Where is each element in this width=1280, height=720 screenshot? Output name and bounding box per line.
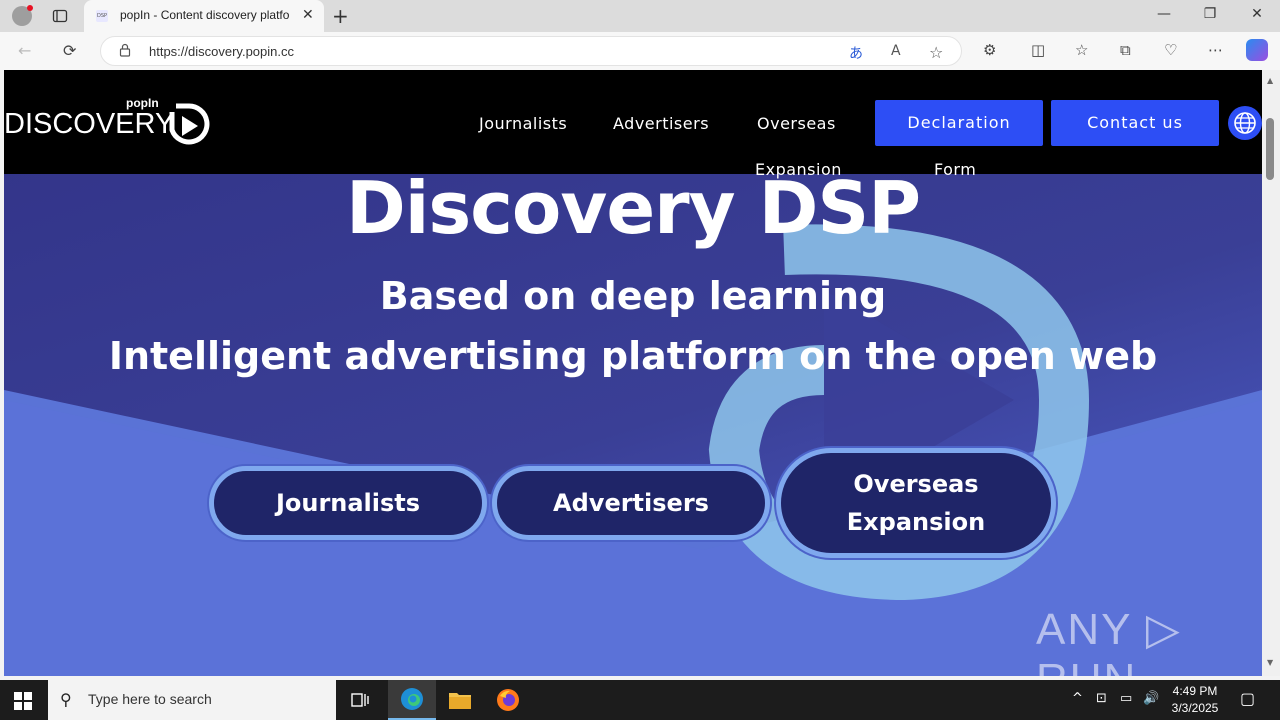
favorite-star-icon[interactable]: ☆ bbox=[929, 43, 943, 62]
url-text[interactable]: https://discovery.popin.cc bbox=[149, 44, 294, 59]
taskbar-search-placeholder: Type here to search bbox=[88, 691, 212, 707]
show-hidden-icons-icon[interactable]: ^ bbox=[1072, 691, 1083, 706]
new-tab-icon[interactable]: + bbox=[332, 4, 349, 28]
volume-icon[interactable]: 🔊 bbox=[1143, 691, 1159, 706]
cta-overseas-label-line1: Overseas bbox=[853, 470, 979, 498]
taskbar-search-box[interactable]: ⚲ Type here to search bbox=[48, 680, 336, 720]
tab-title: popIn - Content discovery platfo bbox=[120, 8, 290, 22]
taskbar-clock[interactable]: 4:49 PM 3/3/2025 bbox=[1164, 683, 1226, 717]
tab-favicon-icon: DSP bbox=[96, 10, 108, 22]
hero-title: Discovery DSP bbox=[345, 166, 921, 250]
translate-icon[interactable]: あ bbox=[849, 43, 863, 63]
cta-advertisers-button[interactable]: Advertisers bbox=[492, 466, 770, 540]
address-toolbar: ← ⟳ https://discovery.popin.cc あ A ☆ ⚙ ◫… bbox=[0, 32, 1280, 70]
clock-time: 4:49 PM bbox=[1172, 684, 1218, 698]
collections-icon[interactable]: ⧉ bbox=[1120, 41, 1131, 59]
notifications-icon[interactable]: ▢ bbox=[1240, 689, 1255, 708]
web-page: popIn DISCOVERY Journalists Advertisers … bbox=[4, 70, 1262, 676]
notification-dot bbox=[27, 5, 33, 11]
page-scrollbar[interactable]: ▲ ▼ bbox=[1262, 70, 1280, 676]
declaration-form-button[interactable]: Declaration bbox=[875, 100, 1043, 146]
contact-us-button[interactable]: Contact us bbox=[1051, 100, 1219, 146]
cta-overseas-expansion-button[interactable]: Overseas Expansion bbox=[776, 448, 1056, 558]
refresh-icon[interactable]: ⟳ bbox=[63, 41, 76, 60]
task-view-icon[interactable] bbox=[336, 680, 384, 720]
browser-tab-bar: DSP popIn - Content discovery platfo ✕ +… bbox=[0, 0, 1280, 32]
logo-discovery-text[interactable]: DISCOVERY bbox=[4, 108, 174, 141]
read-aloud-icon[interactable]: A bbox=[891, 43, 901, 59]
logo-play-icon[interactable] bbox=[166, 100, 210, 148]
cta-overseas-label-line2: Expansion bbox=[846, 508, 986, 536]
split-screen-icon[interactable]: ◫ bbox=[1031, 41, 1045, 59]
window-close-icon[interactable]: ✕ bbox=[1247, 6, 1267, 22]
windows-start-icon[interactable] bbox=[14, 692, 32, 710]
scroll-up-icon[interactable]: ▲ bbox=[1267, 76, 1273, 85]
tab-actions-icon[interactable] bbox=[52, 8, 68, 24]
language-globe-icon[interactable] bbox=[1228, 106, 1262, 140]
file-explorer-icon[interactable] bbox=[436, 680, 484, 720]
scroll-down-icon[interactable]: ▼ bbox=[1267, 658, 1273, 667]
hero-subtitle-1: Based on deep learning bbox=[379, 274, 887, 318]
cta-journalists-label: Journalists bbox=[275, 489, 421, 517]
network-icon[interactable]: ▭ bbox=[1120, 691, 1132, 706]
back-arrow-icon[interactable]: ← bbox=[18, 41, 31, 60]
copilot-icon[interactable] bbox=[1246, 39, 1268, 61]
edge-browser-icon[interactable] bbox=[388, 680, 436, 720]
firefox-icon[interactable] bbox=[484, 680, 532, 720]
extensions-icon[interactable]: ⚙ bbox=[983, 41, 996, 59]
anyrun-watermark: ANY ▷ RUN bbox=[1036, 605, 1182, 676]
minimize-icon[interactable]: — bbox=[1154, 6, 1174, 22]
browser-essentials-icon[interactable]: ♡ bbox=[1164, 41, 1177, 59]
cta-advertisers-label: Advertisers bbox=[553, 489, 709, 517]
active-tab[interactable]: DSP popIn - Content discovery platfo ✕ bbox=[84, 0, 324, 32]
favorites-icon[interactable]: ☆ bbox=[1075, 41, 1088, 59]
address-bar[interactable]: https://discovery.popin.cc あ A ☆ bbox=[100, 36, 962, 66]
nav-journalists[interactable]: Journalists bbox=[479, 114, 567, 133]
windows-taskbar: ⚲ Type here to search ^ ⊡ ▭ 🔊 4:49 PM 3/… bbox=[0, 680, 1280, 720]
tray-device-icon[interactable]: ⊡ bbox=[1096, 691, 1107, 706]
lock-icon[interactable] bbox=[119, 43, 131, 57]
nav-overseas-expansion[interactable]: Overseas bbox=[757, 114, 836, 133]
nav-advertisers[interactable]: Advertisers bbox=[613, 114, 709, 133]
restore-icon[interactable]: ❐ bbox=[1200, 6, 1220, 22]
cta-journalists-button[interactable]: Journalists bbox=[209, 466, 487, 540]
site-header: popIn DISCOVERY Journalists Advertisers … bbox=[4, 70, 1262, 179]
search-icon: ⚲ bbox=[60, 690, 72, 709]
more-menu-icon[interactable]: ⋯ bbox=[1208, 41, 1223, 59]
scroll-thumb[interactable] bbox=[1266, 118, 1274, 180]
tab-close-icon[interactable]: ✕ bbox=[302, 7, 314, 23]
hero-subtitle-2: Intelligent advertising platform on the … bbox=[108, 334, 1158, 378]
clock-date: 3/3/2025 bbox=[1171, 701, 1219, 715]
